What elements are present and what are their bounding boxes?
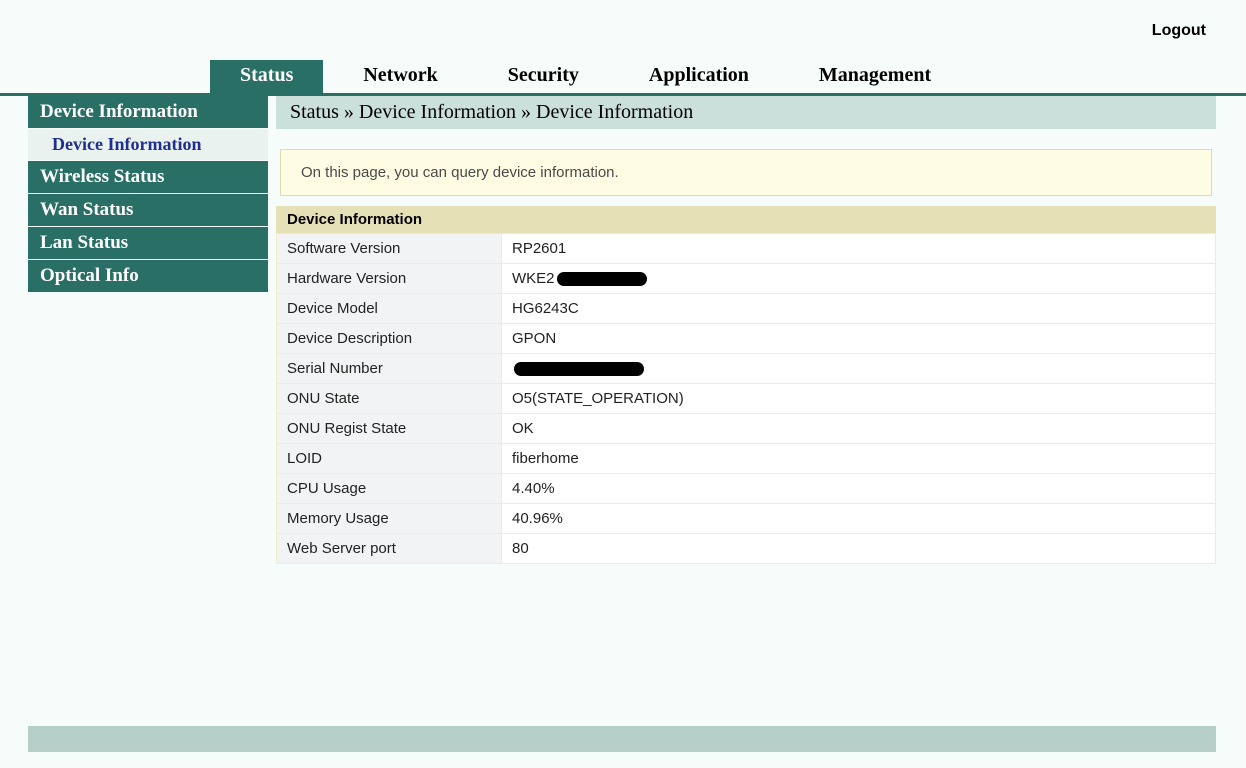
table-row: Hardware Version WKE2: [277, 264, 1216, 294]
table-row: Software Version RP2601: [277, 234, 1216, 264]
redacted-icon: [514, 362, 644, 376]
value-onu-state: O5(STATE_OPERATION): [502, 384, 1216, 414]
value-hardware-version-prefix: WKE2: [512, 270, 555, 287]
sidebar-item-lan-status[interactable]: Lan Status: [28, 227, 268, 259]
label-device-model: Device Model: [277, 294, 502, 324]
label-software-version: Software Version: [277, 234, 502, 264]
logout-link[interactable]: Logout: [1152, 22, 1206, 40]
sidebar-item-device-information[interactable]: Device Information: [28, 96, 268, 128]
sidebar-item-wan-status[interactable]: Wan Status: [28, 194, 268, 226]
label-web-server-port: Web Server port: [277, 534, 502, 564]
value-hardware-version: WKE2: [502, 264, 1216, 294]
breadcrumb: Status » Device Information » Device Inf…: [276, 96, 1216, 129]
sidebar-subitem-device-information[interactable]: Device Information: [28, 129, 268, 160]
value-device-model: HG6243C: [502, 294, 1216, 324]
value-loid: fiberhome: [502, 444, 1216, 474]
table-row: Device Model HG6243C: [277, 294, 1216, 324]
info-message: On this page, you can query device infor…: [280, 149, 1212, 196]
table-row: ONU Regist State OK: [277, 414, 1216, 444]
label-device-description: Device Description: [277, 324, 502, 354]
label-hardware-version: Hardware Version: [277, 264, 502, 294]
table-row: Serial Number: [277, 354, 1216, 384]
sidebar-item-optical-info[interactable]: Optical Info: [28, 260, 268, 292]
footer-bar: [28, 726, 1216, 752]
sidebar: Device Information Device Information Wi…: [0, 96, 268, 293]
top-tabs: Status Network Security Application Mana…: [0, 60, 1246, 96]
label-cpu-usage: CPU Usage: [277, 474, 502, 504]
value-cpu-usage: 4.40%: [502, 474, 1216, 504]
label-serial-number: Serial Number: [277, 354, 502, 384]
label-onu-state: ONU State: [277, 384, 502, 414]
redacted-icon: [557, 272, 647, 286]
device-info-table: Software Version RP2601 Hardware Version…: [276, 233, 1216, 564]
table-row: Memory Usage 40.96%: [277, 504, 1216, 534]
table-row: ONU State O5(STATE_OPERATION): [277, 384, 1216, 414]
table-row: Device Description GPON: [277, 324, 1216, 354]
value-software-version: RP2601: [502, 234, 1216, 264]
value-serial-number: [502, 354, 1216, 384]
tab-status[interactable]: Status: [210, 57, 323, 93]
tab-network[interactable]: Network: [333, 57, 467, 93]
value-web-server-port: 80: [502, 534, 1216, 564]
tab-management[interactable]: Management: [789, 57, 961, 93]
tab-security[interactable]: Security: [478, 57, 609, 93]
table-row: Web Server port 80: [277, 534, 1216, 564]
table-row: CPU Usage 4.40%: [277, 474, 1216, 504]
tab-application[interactable]: Application: [619, 57, 779, 93]
label-loid: LOID: [277, 444, 502, 474]
value-device-description: GPON: [502, 324, 1216, 354]
section-title: Device Information: [276, 206, 1216, 233]
value-onu-regist-state: OK: [502, 414, 1216, 444]
label-memory-usage: Memory Usage: [277, 504, 502, 534]
label-onu-regist-state: ONU Regist State: [277, 414, 502, 444]
value-memory-usage: 40.96%: [502, 504, 1216, 534]
table-row: LOID fiberhome: [277, 444, 1216, 474]
sidebar-item-wireless-status[interactable]: Wireless Status: [28, 161, 268, 193]
